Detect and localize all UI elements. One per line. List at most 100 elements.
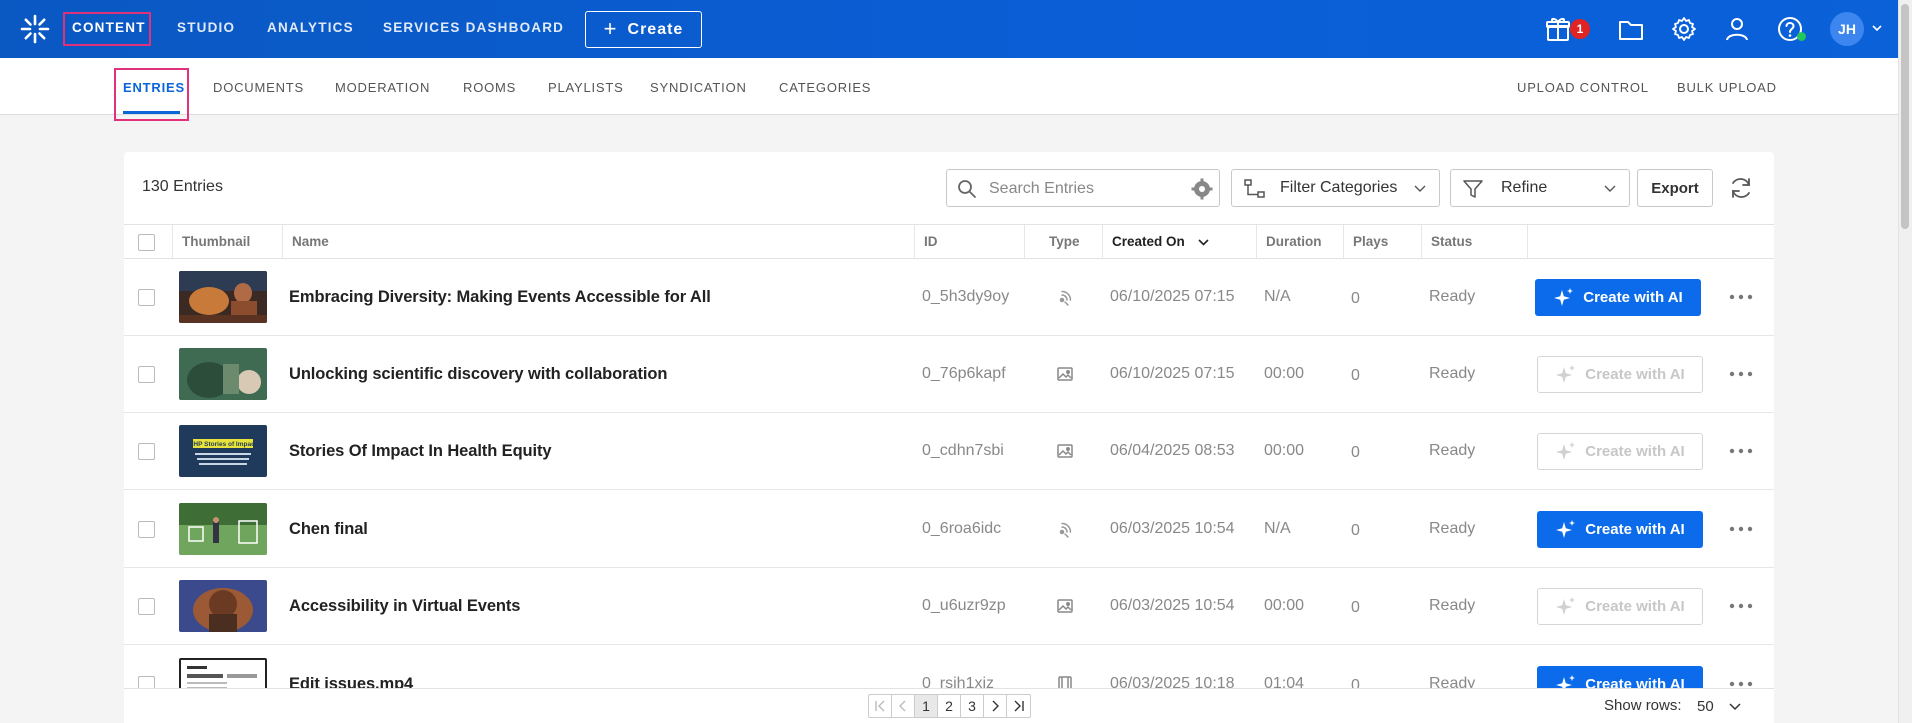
last-page-button[interactable] — [1007, 695, 1030, 717]
create-with-ai-label: Create with AI — [1585, 521, 1685, 538]
tab-rooms[interactable]: ROOMS — [463, 80, 516, 95]
select-all-checkbox[interactable] — [138, 234, 155, 251]
row-checkbox[interactable] — [138, 598, 155, 615]
column-plays[interactable]: Plays — [1343, 225, 1421, 259]
row-checkbox[interactable] — [138, 443, 155, 460]
more-actions-icon[interactable] — [1728, 519, 1754, 539]
create-button[interactable]: + Create — [585, 11, 702, 48]
tab-moderation[interactable]: MODERATION — [335, 80, 430, 95]
nav-analytics[interactable]: ANALYTICS — [267, 20, 354, 35]
search-input[interactable]: Search Entries — [946, 169, 1220, 207]
entry-thumbnail[interactable] — [179, 580, 267, 632]
live-icon — [1056, 288, 1074, 306]
avatar[interactable]: JH — [1830, 12, 1864, 46]
entry-name-link[interactable]: Unlocking scientific discovery with coll… — [289, 365, 667, 384]
entry-thumbnail[interactable]: YHP Stories of Impact — [179, 425, 267, 477]
nav-studio[interactable]: STUDIO — [177, 20, 235, 35]
create-label: Create — [627, 20, 684, 38]
page-2-button[interactable]: 2 — [938, 695, 961, 717]
page-3-button[interactable]: 3 — [961, 695, 984, 717]
tab-categories[interactable]: CATEGORIES — [779, 80, 871, 95]
scrollbar-thumb[interactable] — [1901, 4, 1909, 229]
next-page-button[interactable] — [984, 695, 1007, 717]
gift-icon[interactable] — [1544, 15, 1572, 43]
entry-name-link[interactable]: Stories Of Impact In Health Equity — [289, 442, 552, 461]
create-with-ai-button: Create with AI — [1537, 356, 1703, 393]
row-checkbox[interactable] — [138, 289, 155, 306]
column-name[interactable]: Name — [282, 225, 922, 259]
user-icon[interactable] — [1723, 15, 1751, 43]
entry-duration: 00:00 — [1264, 442, 1305, 459]
first-page-button[interactable] — [869, 695, 892, 717]
entry-thumbnail[interactable] — [179, 348, 267, 400]
column-created-on-label: Created On — [1112, 234, 1185, 249]
nav-services-dashboard[interactable]: SERVICES DASHBOARD — [383, 20, 564, 35]
column-status[interactable]: Status — [1421, 225, 1527, 259]
entry-created-on: 06/03/2025 10:54 — [1110, 597, 1235, 614]
table-row[interactable]: YHP Stories of Impact Stories Of Impact I… — [124, 413, 1774, 490]
last-page-icon — [1014, 700, 1024, 712]
create-with-ai-button[interactable]: Create with AI — [1535, 279, 1701, 316]
tab-documents[interactable]: DOCUMENTS — [213, 80, 304, 95]
entry-name-link[interactable]: Accessibility in Virtual Events — [289, 597, 520, 616]
create-with-ai-button[interactable]: Create with AI — [1537, 511, 1703, 548]
entry-plays: 0 — [1351, 290, 1360, 307]
gear-icon[interactable] — [1670, 15, 1698, 43]
refresh-icon[interactable] — [1728, 175, 1754, 201]
entry-name-link[interactable]: Embracing Diversity: Making Events Acces… — [289, 288, 711, 307]
show-rows-select[interactable]: 50 — [1697, 698, 1714, 715]
entry-duration: N/A — [1264, 520, 1291, 537]
tab-upload-control[interactable]: UPLOAD CONTROL — [1517, 80, 1649, 95]
table-row[interactable]: Embracing Diversity: Making Events Acces… — [124, 259, 1774, 336]
column-type[interactable]: Type — [1024, 225, 1102, 259]
search-settings-gear-icon[interactable] — [1191, 178, 1213, 200]
tab-syndication[interactable]: SYNDICATION — [650, 80, 747, 95]
column-id[interactable]: ID — [914, 225, 1024, 259]
more-actions-icon[interactable] — [1728, 287, 1754, 307]
more-actions-icon[interactable] — [1728, 441, 1754, 461]
tab-bulk-upload[interactable]: BULK UPLOAD — [1677, 80, 1777, 95]
chevron-down-icon[interactable] — [1871, 22, 1883, 34]
create-with-ai-label: Create with AI — [1585, 443, 1685, 460]
column-duration[interactable]: Duration — [1256, 225, 1343, 259]
row-checkbox[interactable] — [138, 521, 155, 538]
entry-name-link[interactable]: Chen final — [289, 520, 368, 539]
table-row[interactable]: Chen final 0_6roa6idc 06/03/2025 10:54 N/A 0… — [124, 491, 1774, 568]
entry-status: Ready — [1429, 597, 1476, 614]
entry-status: Ready — [1429, 442, 1476, 459]
entry-duration: 00:00 — [1264, 597, 1305, 614]
page-1-button[interactable]: 1 — [915, 695, 938, 717]
entry-created-on: 06/03/2025 10:54 — [1110, 520, 1235, 537]
table-row[interactable]: Accessibility in Virtual Events 0_u6uzr9z… — [124, 568, 1774, 645]
nav-content[interactable]: CONTENT — [72, 20, 146, 35]
entry-plays: 0 — [1351, 367, 1360, 384]
more-actions-icon[interactable] — [1728, 364, 1754, 384]
refine-dropdown[interactable]: Refine — [1450, 169, 1630, 207]
entry-created-on: 06/04/2025 08:53 — [1110, 442, 1235, 459]
table-row[interactable]: Unlocking scientific discovery with coll… — [124, 336, 1774, 413]
pagination: 1 2 3 — [868, 694, 1031, 718]
entry-thumbnail[interactable] — [179, 271, 267, 323]
chevron-down-icon[interactable] — [1728, 700, 1742, 714]
sort-chevron-down-icon — [1198, 239, 1209, 246]
entry-thumbnail[interactable] — [179, 503, 267, 555]
entry-plays: 0 — [1351, 599, 1360, 616]
column-created-on[interactable]: Created On — [1102, 225, 1256, 259]
status-online-dot — [1797, 32, 1806, 41]
filter-categories-dropdown[interactable]: Filter Categories — [1231, 169, 1440, 207]
plus-icon: + — [603, 15, 618, 41]
folder-icon[interactable] — [1617, 15, 1645, 43]
create-with-ai-label: Create with AI — [1585, 598, 1685, 615]
tab-playlists[interactable]: PLAYLISTS — [548, 80, 624, 95]
entry-plays: 0 — [1351, 444, 1360, 461]
entry-status: Ready — [1429, 520, 1476, 537]
chevron-down-icon — [1604, 185, 1616, 192]
filter-categories-label: Filter Categories — [1280, 179, 1398, 196]
entry-id: 0_cdhn7sbi — [922, 442, 1004, 459]
prev-page-button[interactable] — [892, 695, 915, 717]
export-button[interactable]: Export — [1637, 169, 1713, 207]
kaltura-logo-icon[interactable] — [20, 14, 50, 44]
row-checkbox[interactable] — [138, 366, 155, 383]
more-actions-icon[interactable] — [1728, 596, 1754, 616]
entry-plays: 0 — [1351, 522, 1360, 539]
